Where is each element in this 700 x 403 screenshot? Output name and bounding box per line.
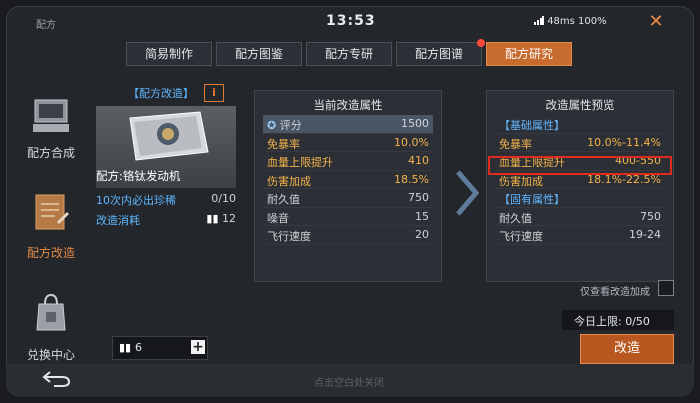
attr-name: 飞行速度	[267, 230, 311, 243]
tab-label: 配方专研	[324, 47, 373, 61]
attr-label: 评分	[279, 119, 302, 132]
close-icon: ✕	[648, 11, 664, 32]
highlight-box	[488, 156, 672, 175]
attr-name: 噪音	[267, 211, 289, 225]
attr-row: 耐久值 750	[495, 208, 665, 226]
sidebar-item-synthesis[interactable]: 配方合成	[18, 92, 84, 172]
section-label: 【固有属性】	[499, 193, 565, 206]
stepper-value: 6	[135, 341, 142, 354]
terminal-icon	[33, 99, 69, 132]
attr-name: 免暴率	[267, 137, 300, 151]
status-indicator: 48ms 100%	[534, 16, 607, 27]
tab-bar: 简易制作 配方图鉴 配方专研 配方图谱 配方研究	[126, 39, 572, 66]
daily-limit-text: 今日上限: 0/50	[574, 315, 650, 328]
attr-name: 伤害加成	[267, 174, 311, 188]
only-modified-checkbox[interactable]	[658, 280, 674, 296]
attr-name: 飞行速度	[499, 230, 543, 243]
modify-button[interactable]: 改造	[580, 334, 674, 364]
chevron-right-icon	[456, 170, 480, 216]
current-attribute-list: ✪ 评分 1500 免暴率 10.0% 血量上限提升 410 伤害加成 18.5% 耐久…	[263, 115, 433, 245]
top-bar: 配方 13:53 48ms 100% ✕	[6, 6, 694, 40]
cost-value: 12	[222, 212, 236, 225]
attr-name: ✪ 评分	[267, 117, 302, 133]
attr-name: 免暴率	[499, 137, 532, 151]
attr-row: 飞行速度 19-24	[495, 226, 665, 245]
blueprint-icon	[35, 194, 69, 230]
attr-value: 750	[640, 209, 661, 223]
attr-row: 免暴率 10.0%-11.4%	[495, 134, 665, 152]
material-stepper[interactable]: ▮▮ 6 +	[112, 336, 208, 360]
daily-limit: 今日上限: 0/50	[562, 310, 674, 330]
attr-row: ✪ 评分 1500	[263, 115, 433, 134]
cost-row: 改造消耗 ▮▮ 12	[96, 212, 236, 228]
tab-recipe-research[interactable]: 配方研究	[486, 42, 572, 66]
notification-dot	[477, 39, 485, 47]
attr-value: 15	[415, 209, 429, 223]
section-header: 【基础属性】	[495, 115, 665, 134]
attr-value: 19-24	[629, 228, 661, 241]
recipe-card-icon	[129, 111, 209, 161]
attr-row: 伤害加成 18.5%	[263, 171, 433, 189]
sidebar-item-label: 兑换中心	[26, 348, 75, 362]
tab-label: 配方图鉴	[234, 47, 283, 61]
status-text: 48ms 100%	[547, 16, 607, 27]
attr-row: 飞行速度 20	[263, 226, 433, 245]
back-icon[interactable]	[42, 368, 72, 388]
card-header-label: 【配方改造】	[128, 87, 194, 100]
attr-row: 免暴率 10.0%	[263, 134, 433, 152]
preview-attributes-panel: 改造属性预览 【基础属性】 免暴率 10.0%-11.4% 血量上限提升 400-5…	[486, 90, 674, 282]
attr-value: 1500	[401, 117, 429, 130]
item-name: 配方:铬钛发动机	[96, 169, 181, 183]
clock: 13:53	[326, 13, 376, 29]
attr-name: 耐久值	[499, 211, 532, 225]
close-button[interactable]: ✕	[646, 12, 666, 32]
attr-value: 20	[415, 228, 429, 241]
section-label: 【基础属性】	[499, 119, 565, 132]
tab-recipe-codex[interactable]: 配方图鉴	[216, 42, 302, 66]
attr-value: 750	[408, 191, 429, 204]
window-title: 配方	[36, 20, 56, 31]
material-icon: ▮▮	[206, 212, 219, 225]
guarantee-label: 10次内必出珍稀	[96, 194, 176, 207]
signal-icon	[534, 16, 544, 25]
panel-title: 改造属性预览	[545, 98, 615, 112]
bag-icon	[36, 293, 66, 331]
sidebar-item-exchange[interactable]: 兑换中心	[18, 288, 84, 368]
attr-name: 耐久值	[267, 193, 300, 206]
attr-row: 噪音 15	[263, 208, 433, 226]
tab-label: 简易制作	[144, 47, 193, 61]
tab-label: 配方研究	[504, 47, 553, 61]
cost-label: 改造消耗	[96, 214, 140, 227]
current-attributes-panel: 当前改造属性 ✪ 评分 1500 免暴率 10.0% 血量上限提升 410 伤害加成 1…	[254, 90, 442, 282]
sidebar-item-modify[interactable]: 配方改造	[18, 188, 84, 268]
tab-label: 配方图谱	[414, 47, 463, 61]
attr-value: 10.0%-11.4%	[587, 135, 661, 149]
close-hint: 点击空白处关闭	[314, 378, 384, 389]
preview-attribute-list: 【基础属性】 免暴率 10.0%-11.4% 血量上限提升 400-550 伤害加成…	[495, 115, 665, 245]
section-header: 【固有属性】	[495, 189, 665, 208]
info-button[interactable]: i	[204, 84, 224, 102]
sidebar-item-label: 配方合成	[26, 146, 75, 160]
cost-value-group: ▮▮ 12	[206, 212, 236, 225]
attr-value: 18.5%	[394, 172, 429, 186]
recipe-card: 【配方改造】 i 配方:铬钛发动机 10次内必出珍稀 0/10 改造消耗 ▮▮ …	[92, 82, 240, 312]
only-modified-label: 仅查看改造加成	[580, 287, 650, 298]
guarantee-value: 0/10	[211, 192, 236, 205]
tab-simple-craft[interactable]: 简易制作	[126, 42, 212, 66]
attr-value: 410	[408, 154, 429, 167]
attr-name: 血量上限提升	[267, 156, 333, 169]
guarantee-row: 10次内必出珍稀 0/10	[96, 192, 236, 208]
attr-value: 10.0%	[394, 135, 429, 149]
panel-title: 当前改造属性	[313, 98, 383, 112]
tab-recipe-atlas[interactable]: 配方图谱	[396, 39, 485, 66]
rating-icon: ✪	[267, 119, 277, 132]
recipe-window: 配方 13:53 48ms 100% ✕ 简易制作 配方图鉴 配方专研 配方图谱…	[6, 6, 694, 397]
material-icon: ▮▮	[119, 341, 132, 354]
attr-row: 耐久值 750	[263, 189, 433, 208]
attr-row: 血量上限提升 410	[263, 152, 433, 171]
card-header: 【配方改造】 i	[92, 82, 240, 102]
plus-button[interactable]: +	[191, 340, 205, 354]
tab-recipe-study[interactable]: 配方专研	[306, 42, 392, 66]
sidebar-item-label: 配方改造	[26, 246, 75, 260]
